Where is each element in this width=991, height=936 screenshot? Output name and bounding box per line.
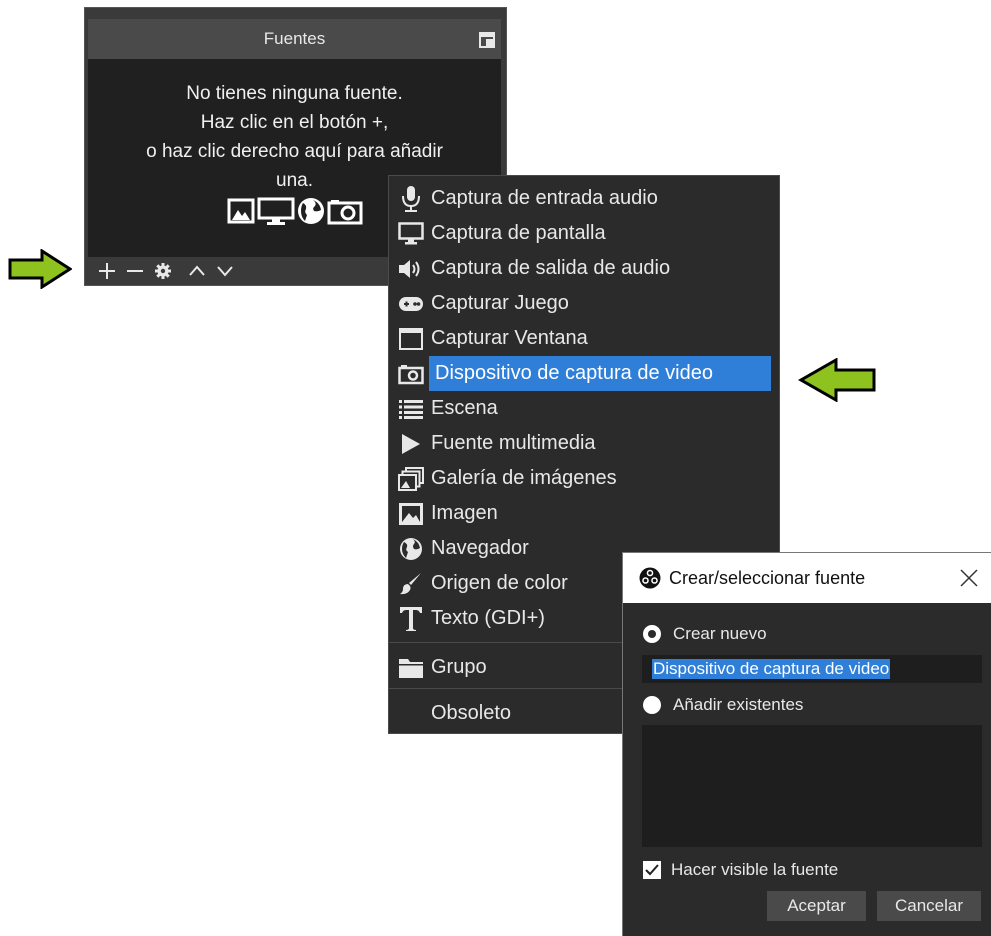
gear-icon xyxy=(155,262,171,279)
menu-item-label: Escena xyxy=(431,397,498,419)
add-existing-option[interactable]: Añadir existentes xyxy=(643,695,803,715)
existing-sources-list[interactable] xyxy=(642,725,982,847)
chevron-up-icon xyxy=(189,264,205,276)
sources-title: Fuentes xyxy=(263,29,326,48)
menu-icon-placeholder xyxy=(393,696,429,731)
checkmark-icon xyxy=(645,864,659,876)
dialog-titlebar: Crear/seleccionar fuente xyxy=(623,553,991,603)
image-icon xyxy=(227,198,254,224)
source-properties-button[interactable] xyxy=(152,260,174,282)
camera-icon xyxy=(327,200,362,225)
cancel-button[interactable]: Cancelar xyxy=(877,891,981,921)
menu-item-image[interactable]: Imagen xyxy=(389,496,775,531)
add-source-button[interactable] xyxy=(96,260,118,282)
menu-item-label: Captura de pantalla xyxy=(431,222,606,244)
play-icon xyxy=(393,426,429,461)
empty-line: Haz clic en el botón +, xyxy=(200,112,389,133)
speaker-icon xyxy=(393,251,429,286)
move-up-button[interactable] xyxy=(186,260,208,282)
text-icon xyxy=(393,601,429,636)
menu-item-label: Navegador xyxy=(431,537,529,559)
ok-button[interactable]: Aceptar xyxy=(767,891,866,921)
menu-item-label: Captura de entrada audio xyxy=(431,187,658,209)
make-visible-label: Hacer visible la fuente xyxy=(671,860,839,879)
source-name-input[interactable]: Dispositivo de captura de video xyxy=(642,655,982,683)
dialog-title: Crear/seleccionar fuente xyxy=(669,567,866,588)
plus-icon xyxy=(99,262,115,279)
menu-item-label: Galería de imágenes xyxy=(431,467,617,489)
empty-line: No tienes ninguna fuente. xyxy=(186,83,403,104)
menu-item-video-capture-device[interactable]: Dispositivo de captura de video xyxy=(389,356,775,391)
gallery-icon xyxy=(393,461,429,496)
menu-item-label: Capturar Ventana xyxy=(431,327,588,349)
make-visible-option[interactable]: Hacer visible la fuente xyxy=(643,860,838,880)
microphone-icon xyxy=(393,181,429,216)
monitor-icon xyxy=(393,216,429,251)
folder-icon xyxy=(393,650,429,685)
menu-item-display-capture[interactable]: Captura de pantalla xyxy=(389,216,775,251)
menu-item-scene[interactable]: Escena xyxy=(389,391,775,426)
menu-item-media-source[interactable]: Fuente multimedia xyxy=(389,426,775,461)
menu-item-audio-output[interactable]: Captura de salida de audio xyxy=(389,251,775,286)
menu-item-label: Texto (GDI+) xyxy=(431,607,545,629)
menu-item-label: Origen de color xyxy=(431,572,568,594)
create-new-option[interactable]: Crear nuevo xyxy=(643,624,767,644)
sources-header: Fuentes xyxy=(88,19,501,59)
add-existing-label: Añadir existentes xyxy=(673,695,804,714)
menu-item-label: Obsoleto xyxy=(431,702,512,724)
obs-logo-icon xyxy=(639,567,661,589)
right-arrow-icon xyxy=(8,249,72,289)
empty-line: o haz clic derecho aquí para añadir xyxy=(146,141,443,162)
globe-icon xyxy=(393,531,429,566)
menu-item-label: Imagen xyxy=(431,502,498,524)
close-button[interactable] xyxy=(946,553,991,603)
menu-item-audio-input[interactable]: Captura de entrada audio xyxy=(389,181,775,216)
gamepad-icon xyxy=(393,286,429,321)
minus-icon xyxy=(127,269,143,272)
left-arrow-icon xyxy=(798,358,876,402)
menu-item-label: Dispositivo de captura de video xyxy=(429,356,771,391)
globe-icon xyxy=(297,198,324,224)
chevron-down-icon xyxy=(217,265,233,277)
menu-item-game-capture[interactable]: Capturar Juego xyxy=(389,286,775,321)
source-name-value: Dispositivo de captura de video xyxy=(652,659,891,679)
image-icon xyxy=(393,496,429,531)
menu-item-label: Capturar Juego xyxy=(431,292,569,314)
add-existing-radio[interactable] xyxy=(643,696,661,714)
monitor-icon xyxy=(257,197,294,225)
menu-item-label: Grupo xyxy=(431,656,487,678)
list-icon xyxy=(393,391,429,426)
create-new-label: Crear nuevo xyxy=(673,624,767,643)
undock-icon[interactable] xyxy=(479,32,495,48)
camera-icon xyxy=(393,356,429,391)
brush-icon xyxy=(393,566,429,601)
menu-item-label: Fuente multimedia xyxy=(431,432,596,454)
menu-item-window-capture[interactable]: Capturar Ventana xyxy=(389,321,775,356)
create-select-source-dialog: Crear/seleccionar fuente Crear nuevo Dis… xyxy=(622,552,991,936)
move-down-button[interactable] xyxy=(214,260,236,282)
close-icon xyxy=(960,569,978,587)
remove-source-button[interactable] xyxy=(124,260,146,282)
make-visible-checkbox[interactable] xyxy=(643,861,661,879)
create-new-radio[interactable] xyxy=(643,625,661,643)
menu-item-image-slideshow[interactable]: Galería de imágenes xyxy=(389,461,775,496)
menu-item-label: Captura de salida de audio xyxy=(431,257,671,279)
window-icon xyxy=(393,321,429,356)
